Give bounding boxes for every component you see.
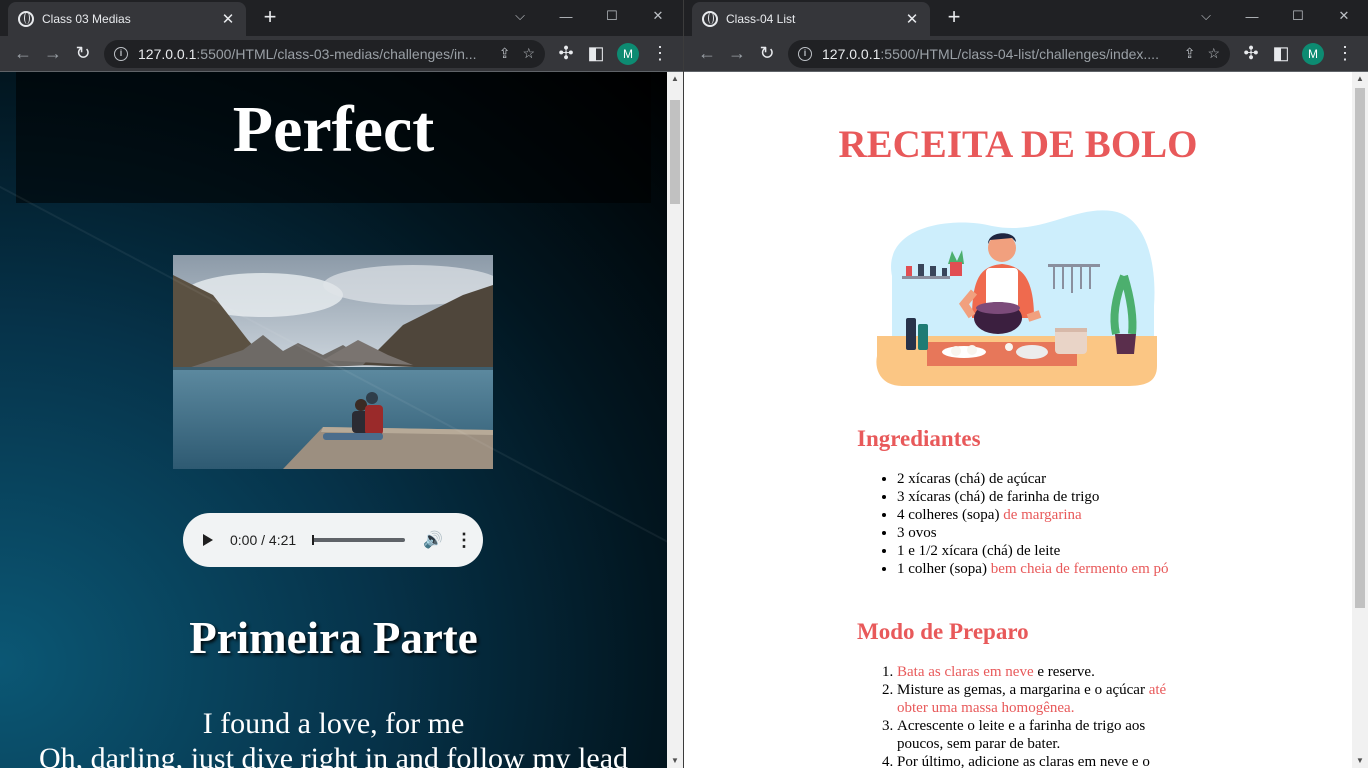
ingredients-list: 2 xícaras (chá) de açúcar 3 xícaras (chá… xyxy=(897,470,1182,578)
more-options-icon[interactable]: ⋮ xyxy=(455,530,473,551)
tab-class-04-list[interactable]: Class-04 List ✕ xyxy=(692,2,930,36)
browser-toolbar: ← → ↻ i 127.0.0.1:5500/HTML/class-04-lis… xyxy=(684,36,1368,72)
scroll-up-arrow[interactable]: ▲ xyxy=(1352,72,1368,86)
list-item: 3 xícaras (chá) de farinha de trigo xyxy=(897,488,1182,506)
vertical-scrollbar[interactable]: ▲ ▼ xyxy=(1352,72,1368,768)
share-icon[interactable]: ⇪ xyxy=(499,45,511,62)
close-window-button[interactable]: ✕ xyxy=(635,8,681,24)
close-tab-icon[interactable]: ✕ xyxy=(220,10,236,28)
play-icon[interactable] xyxy=(203,534,213,546)
vertical-scrollbar[interactable]: ▲ ▼ xyxy=(667,72,683,768)
tab-strip: Class-04 List ✕ + ⌵ — ☐ ✕ xyxy=(684,0,1368,36)
list-item: Por último, adicione as claras em neve e… xyxy=(897,753,1182,768)
tab-title: Class-04 List xyxy=(726,12,796,26)
menu-kebab-icon[interactable]: ⋮ xyxy=(645,43,675,64)
close-window-button[interactable]: ✕ xyxy=(1321,8,1367,24)
page-viewport: RECEITA DE BOLO Ingrediantes • 2 xícaras… xyxy=(684,72,1368,768)
browser-toolbar: ← → ↻ i 127.0.0.1:5500/HTML/class-03-med… xyxy=(0,36,683,72)
extensions-puzzle-icon[interactable]: ✣ xyxy=(1236,43,1266,64)
url-text[interactable]: 127.0.0.1:5500/HTML/class-04-list/challe… xyxy=(822,46,1172,62)
back-button[interactable]: ← xyxy=(8,43,38,64)
list-item: Bata as claras em neve e reserve. xyxy=(897,663,1182,681)
scroll-down-arrow[interactable]: ▼ xyxy=(1352,754,1368,768)
audio-time: 0:00 / 4:21 xyxy=(230,532,297,548)
page-title: Perfect xyxy=(232,93,435,166)
minimize-button[interactable]: — xyxy=(543,9,589,24)
section-heading: Primeira Parte xyxy=(189,613,478,663)
new-tab-button[interactable]: + xyxy=(944,5,964,29)
audio-progress-slider[interactable] xyxy=(312,535,405,545)
globe-icon xyxy=(702,11,718,27)
couple-lake-photo xyxy=(173,255,493,469)
audio-player: 0:00 / 4:21 🔊 ⋮ xyxy=(183,513,483,567)
back-button[interactable]: ← xyxy=(692,43,722,64)
lyrics-block: I found a love, for me Oh, darling, just… xyxy=(0,706,667,768)
address-bar[interactable]: i 127.0.0.1:5500/HTML/class-03-medias/ch… xyxy=(104,39,545,68)
profile-avatar[interactable]: M xyxy=(1302,42,1324,65)
extensions-puzzle-icon[interactable]: ✣ xyxy=(551,43,581,64)
page-header: Perfect xyxy=(16,72,651,203)
list-item: 1 colher (sopa) bem cheia de fermento em… xyxy=(897,560,1182,578)
browser-window-left: Class 03 Medias ✕ + ⌵ — ☐ ✕ ← → ↻ i 127.… xyxy=(0,0,683,768)
preparation-heading: Modo de Preparo xyxy=(857,619,1029,644)
new-tab-button[interactable]: + xyxy=(260,5,280,29)
menu-kebab-icon[interactable]: ⋮ xyxy=(1330,43,1360,64)
globe-icon xyxy=(18,11,34,27)
lyrics-line: I found a love, for me xyxy=(202,707,465,740)
scroll-thumb[interactable] xyxy=(1355,88,1365,608)
reload-button[interactable]: ↻ xyxy=(752,43,782,64)
tab-title: Class 03 Medias xyxy=(42,12,131,26)
scroll-thumb[interactable] xyxy=(670,100,680,204)
bookmark-star-icon[interactable]: ☆ xyxy=(1207,45,1220,62)
site-info-icon[interactable]: i xyxy=(114,46,128,61)
url-text[interactable]: 127.0.0.1:5500/HTML/class-03-medias/chal… xyxy=(138,46,487,62)
window-controls: ⌵ — ☐ ✕ xyxy=(1183,0,1367,32)
chevron-down-icon[interactable]: ⌵ xyxy=(1183,8,1229,24)
close-tab-icon[interactable]: ✕ xyxy=(904,10,920,28)
page-title: RECEITA DE BOLO xyxy=(838,123,1198,166)
window-controls: ⌵ — ☐ ✕ xyxy=(497,0,681,32)
forward-button[interactable]: → xyxy=(722,43,752,64)
list-item: Acrescente o leite e a farinha de trigo … xyxy=(897,717,1182,753)
page-viewport: Perfect 0:00 / 4:21 🔊 ⋮ Primeira Parte I… xyxy=(0,72,683,768)
list-item: Misture as gemas, a margarina e o açúcar… xyxy=(897,681,1182,717)
preparation-steps-list: Bata as claras em neve e reserve. Mistur… xyxy=(897,663,1182,768)
address-bar[interactable]: i 127.0.0.1:5500/HTML/class-04-list/chal… xyxy=(788,39,1230,68)
list-item: 2 xícaras (chá) de açúcar xyxy=(897,470,1182,488)
reload-button[interactable]: ↻ xyxy=(68,43,98,64)
site-info-icon[interactable]: i xyxy=(798,46,812,61)
side-panel-icon[interactable]: ◧ xyxy=(1266,43,1296,64)
list-item: 1 e 1/2 xícara (chá) de leite xyxy=(897,542,1182,560)
chevron-down-icon[interactable]: ⌵ xyxy=(497,8,543,24)
forward-button[interactable]: → xyxy=(38,43,68,64)
chef-baking-illustration xyxy=(872,206,1162,390)
medias-page: Perfect 0:00 / 4:21 🔊 ⋮ Primeira Parte I… xyxy=(0,72,667,768)
bookmark-star-icon[interactable]: ☆ xyxy=(522,45,535,62)
scroll-down-arrow[interactable]: ▼ xyxy=(667,754,683,768)
minimize-button[interactable]: — xyxy=(1229,9,1275,24)
profile-avatar[interactable]: M xyxy=(617,42,639,65)
tab-class-03-medias[interactable]: Class 03 Medias ✕ xyxy=(8,2,246,36)
scroll-up-arrow[interactable]: ▲ xyxy=(667,72,683,86)
recipe-page: RECEITA DE BOLO Ingrediantes • 2 xícaras… xyxy=(684,72,1352,768)
share-icon[interactable]: ⇪ xyxy=(1184,45,1196,62)
maximize-button[interactable]: ☐ xyxy=(1275,8,1321,24)
browser-window-right: Class-04 List ✕ + ⌵ — ☐ ✕ ← → ↻ i 127.0.… xyxy=(683,0,1368,768)
lyrics-line: Oh, darling, just dive right in and foll… xyxy=(38,742,629,768)
side-panel-icon[interactable]: ◧ xyxy=(581,43,611,64)
tab-strip: Class 03 Medias ✕ + ⌵ — ☐ ✕ xyxy=(0,0,683,36)
maximize-button[interactable]: ☐ xyxy=(589,8,635,24)
volume-icon[interactable]: 🔊 xyxy=(423,530,443,550)
list-item: 3 ovos xyxy=(897,524,1182,542)
list-item: 4 colheres (sopa) de margarina xyxy=(897,506,1182,524)
ingredients-heading: Ingrediantes xyxy=(857,426,981,451)
